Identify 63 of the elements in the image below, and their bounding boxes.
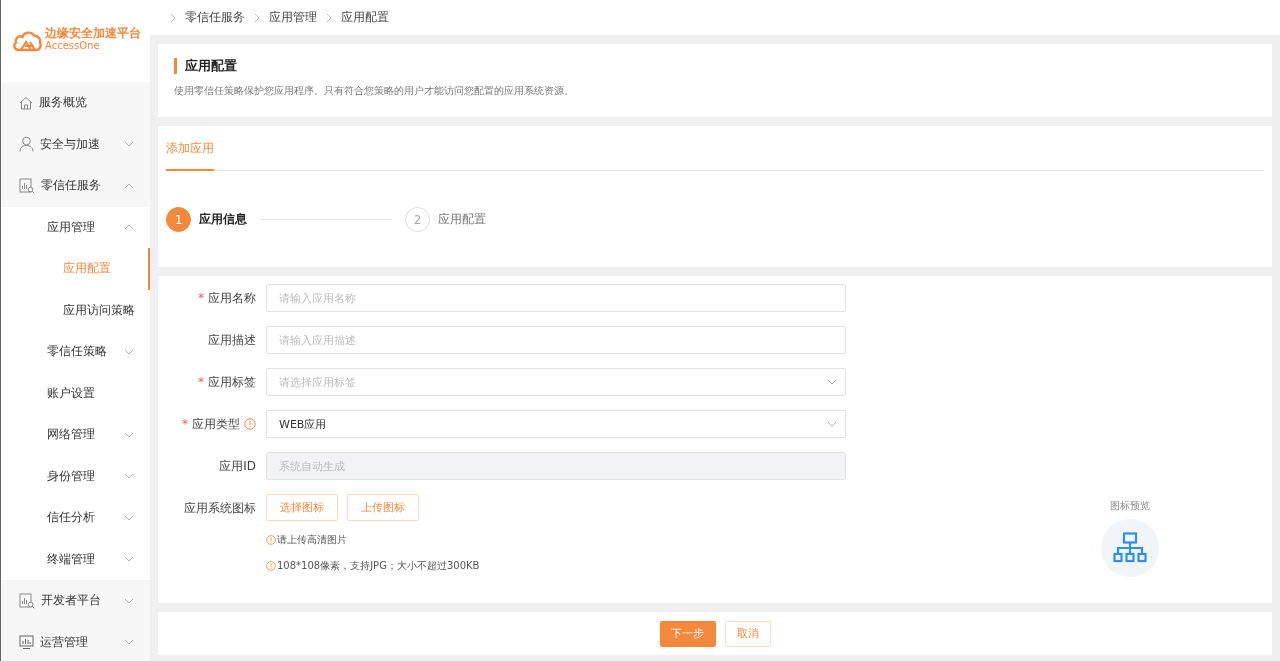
sidebar-item[interactable]: 运营管理 bbox=[1, 621, 150, 661]
report-search-icon bbox=[19, 177, 35, 194]
hint-text: 请上传高清图片 bbox=[277, 533, 347, 547]
select-field[interactable]: WEB应用 bbox=[266, 410, 846, 438]
chevron-down-icon bbox=[124, 141, 134, 148]
hint-text: 108*108像素，支持JPG；大小不超过300KB bbox=[277, 559, 480, 573]
field-label: 应用类型 bbox=[192, 415, 240, 433]
chevron-down-icon bbox=[124, 556, 134, 563]
logo-subtitle: AccessOne bbox=[45, 39, 101, 51]
chevron-down-icon bbox=[124, 514, 134, 521]
field-label: 应用标签 bbox=[208, 373, 256, 391]
logo-title: 边缘安全加速平台 bbox=[45, 25, 141, 40]
chevron-right-icon bbox=[254, 12, 260, 23]
sidebar-item[interactable]: 零信任服务 bbox=[1, 165, 150, 207]
home-icon bbox=[19, 95, 33, 110]
chevron-down-icon bbox=[827, 421, 837, 427]
required-mark: * bbox=[198, 375, 204, 389]
chevron-right-icon bbox=[326, 12, 332, 23]
user-icon bbox=[19, 136, 34, 153]
info-icon bbox=[266, 561, 276, 571]
sidebar-item[interactable]: 应用管理 bbox=[1, 206, 150, 248]
required-mark: * bbox=[182, 417, 188, 431]
info-icon bbox=[244, 418, 256, 430]
step-number: 1 bbox=[166, 207, 191, 232]
page-title: 应用配置 bbox=[174, 58, 1256, 74]
sidebar-item[interactable]: 开发者平台 bbox=[1, 580, 150, 622]
sidebar-item[interactable]: 终端管理 bbox=[1, 538, 150, 580]
step-label: 应用信息 bbox=[199, 211, 247, 228]
sidebar-item[interactable]: 信任分析 bbox=[1, 497, 150, 539]
chevron-up-icon bbox=[124, 224, 134, 231]
chevron-down-icon bbox=[827, 379, 837, 385]
breadcrumb-link[interactable]: 应用管理 bbox=[269, 9, 317, 26]
field-label: 应用名称 bbox=[208, 289, 256, 307]
chevron-down-icon bbox=[124, 639, 134, 646]
sidebar-item[interactable]: 身份管理 bbox=[1, 455, 150, 497]
input-field[interactable]: 请输入应用名称 bbox=[266, 284, 846, 312]
field-label: 应用ID bbox=[219, 457, 256, 475]
chevron-down-icon bbox=[124, 431, 134, 438]
sidebar-item[interactable]: 零信任策略 bbox=[1, 331, 150, 373]
sidebar-item[interactable]: 服务概览 bbox=[1, 82, 150, 124]
sidebar-item[interactable]: 网络管理 bbox=[1, 414, 150, 456]
info-icon bbox=[266, 535, 276, 545]
field-label: 应用系统图标 bbox=[184, 499, 256, 517]
chevron-down-icon bbox=[124, 597, 134, 604]
chevron-down-icon bbox=[124, 473, 134, 480]
sidebar-item[interactable]: 应用访问策略 bbox=[1, 289, 150, 331]
page-description: 使用零信任策略保护您应用程序。只有符合您策略的用户才能访问您配置的应用系统资源。 bbox=[174, 85, 575, 98]
breadcrumb-link[interactable]: 应用配置 bbox=[341, 9, 389, 26]
step-label: 应用配置 bbox=[438, 211, 486, 228]
report-search-icon bbox=[19, 592, 35, 609]
required-mark: * bbox=[198, 291, 204, 305]
sidebar-item[interactable]: 安全与加速 bbox=[1, 123, 150, 165]
sidebar-item[interactable]: 账户设置 bbox=[1, 372, 150, 414]
preview-label: 图标预览 bbox=[1110, 499, 1150, 513]
input-field[interactable]: 请输入应用描述 bbox=[266, 326, 846, 354]
monitor-chart-icon bbox=[19, 634, 34, 650]
chevron-down-icon bbox=[124, 348, 134, 355]
field-label: 应用描述 bbox=[208, 331, 256, 349]
chevron-up-icon bbox=[124, 182, 134, 189]
chevron-right-icon bbox=[170, 12, 176, 23]
breadcrumb-link[interactable]: 零信任服务 bbox=[185, 9, 245, 26]
cloud-logo-icon bbox=[12, 30, 42, 52]
hierarchy-icon bbox=[1113, 532, 1147, 564]
